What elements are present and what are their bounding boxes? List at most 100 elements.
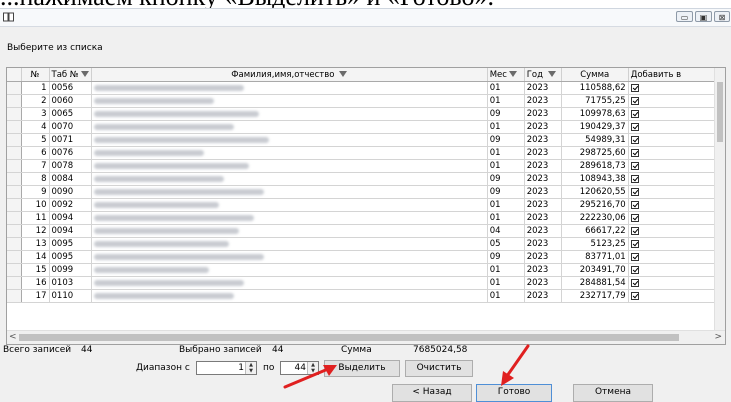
cancel-button[interactable]: Отмена	[573, 384, 653, 402]
cell-number-text: 9	[41, 187, 47, 197]
cell-tab-text: 0095	[51, 239, 74, 249]
vertical-scrollbar[interactable]	[714, 68, 725, 330]
cell-year: 2023	[524, 172, 562, 186]
row-indicator	[7, 172, 22, 186]
cell-year-text: 2023	[526, 252, 549, 262]
cell-year: 2023	[524, 133, 562, 147]
clear-range-button[interactable]: Очистить	[405, 360, 473, 377]
cell-number: 11	[21, 211, 50, 225]
filter-icon[interactable]	[508, 71, 517, 77]
cell-add	[628, 94, 715, 108]
records-table: № Таб № Фамилия,имя,отчество Мес Год Сум…	[7, 68, 715, 303]
table-row[interactable]: 4 0070 01 2023 190429,37	[7, 120, 715, 134]
col-header-tab[interactable]: Таб №	[49, 68, 92, 82]
cell-number-text: 14	[35, 252, 47, 262]
col-header-month[interactable]: Мес	[487, 68, 525, 82]
cell-tab: 0095	[49, 237, 92, 251]
col-header-add[interactable]: Добавить в	[628, 68, 715, 82]
table-row[interactable]: 16 0103 01 2023 284881,54	[7, 276, 715, 290]
add-checkbox[interactable]	[630, 239, 639, 248]
cell-add	[628, 276, 715, 290]
table-row[interactable]: 2 0060 01 2023 71755,25	[7, 94, 715, 108]
add-checkbox[interactable]	[630, 161, 639, 170]
filter-icon[interactable]	[547, 71, 556, 77]
range-from-value: 1	[238, 363, 244, 373]
cell-month: 01	[487, 198, 525, 212]
cell-year: 2023	[524, 289, 562, 303]
filter-icon[interactable]	[80, 71, 89, 77]
row-indicator	[7, 276, 22, 290]
cell-number: 7	[21, 159, 50, 173]
cell-month: 01	[487, 211, 525, 225]
cell-year-text: 2023	[526, 278, 549, 288]
table-row[interactable]: 15 0099 01 2023 203491,70	[7, 263, 715, 277]
table-row[interactable]: 3 0065 09 2023 109978,63	[7, 107, 715, 121]
table-row[interactable]: 13 0095 05 2023 5123,25	[7, 237, 715, 251]
vertical-scroll-thumb[interactable]	[717, 82, 723, 142]
add-checkbox[interactable]	[630, 83, 639, 92]
add-checkbox[interactable]	[630, 148, 639, 157]
horizontal-scrollbar[interactable]: < >	[7, 330, 725, 344]
table-row[interactable]: 6 0076 01 2023 298725,60	[7, 146, 715, 160]
col-header-number[interactable]: №	[21, 68, 50, 82]
add-checkbox[interactable]	[630, 122, 639, 131]
cell-number-text: 8	[41, 174, 47, 184]
range-from-stepper[interactable]: 1 ▲ ▼	[196, 361, 257, 375]
range-to-label: по	[263, 363, 275, 373]
records-grid[interactable]: № Таб № Фамилия,имя,отчество Мес Год Сум…	[6, 67, 726, 345]
cell-month: 01	[487, 120, 525, 134]
filter-icon[interactable]	[339, 71, 348, 77]
add-checkbox[interactable]	[630, 265, 639, 274]
scroll-right-icon[interactable]: >	[714, 332, 722, 342]
add-checkbox[interactable]	[630, 226, 639, 235]
cell-sum: 110588,62	[561, 81, 629, 95]
col-header-sum[interactable]: Сумма	[561, 68, 629, 82]
add-checkbox[interactable]	[630, 278, 639, 287]
add-checkbox[interactable]	[630, 213, 639, 222]
back-button[interactable]: < Назад	[392, 384, 472, 402]
cell-tab: 0094	[49, 224, 92, 238]
sum-value: 7685024,58	[413, 345, 468, 355]
add-checkbox[interactable]	[630, 96, 639, 105]
table-row[interactable]: 5 0071 09 2023 54989,31	[7, 133, 715, 147]
cell-number: 10	[21, 198, 50, 212]
add-checkbox[interactable]	[630, 187, 639, 196]
book-icon	[3, 12, 14, 22]
stepper-arrows-icon[interactable]: ▲ ▼	[245, 362, 256, 374]
minimize-icon[interactable]: ▭	[676, 11, 693, 22]
add-checkbox[interactable]	[630, 174, 639, 183]
add-checkbox[interactable]	[630, 252, 639, 261]
add-checkbox[interactable]	[630, 135, 639, 144]
table-row[interactable]: 9 0090 09 2023 120620,55	[7, 185, 715, 199]
redacted-name	[93, 136, 269, 143]
table-row[interactable]: 10 0092 01 2023 295216,70	[7, 198, 715, 212]
cell-sum-text: 54989,31	[585, 135, 626, 145]
cell-sum-text: 108943,38	[579, 174, 626, 184]
cell-year-text: 2023	[526, 291, 549, 301]
table-row[interactable]: 1 0056 01 2023 110588,62	[7, 81, 715, 95]
table-row[interactable]: 11 0094 01 2023 222230,06	[7, 211, 715, 225]
table-row[interactable]: 14 0095 09 2023 83771,01	[7, 250, 715, 264]
cell-tab-text: 0103	[51, 278, 74, 288]
col-header-name[interactable]: Фамилия,имя,отчество	[91, 68, 488, 82]
cell-tab-text: 0094	[51, 226, 74, 236]
maximize-icon[interactable]: ▣	[695, 11, 712, 22]
table-row[interactable]: 7 0078 01 2023 289618,73	[7, 159, 715, 173]
cell-name	[91, 250, 488, 264]
table-row[interactable]: 17 0110 01 2023 232717,79	[7, 289, 715, 303]
row-indicator	[7, 159, 22, 173]
add-checkbox[interactable]	[630, 200, 639, 209]
add-checkbox[interactable]	[630, 291, 639, 300]
cell-year-text: 2023	[526, 265, 549, 275]
row-indicator	[7, 107, 22, 121]
row-indicator	[7, 133, 22, 147]
close-icon[interactable]: ⊠	[714, 11, 730, 22]
cell-year: 2023	[524, 146, 562, 160]
cell-sum: 71755,25	[561, 94, 629, 108]
col-header-year[interactable]: Год	[524, 68, 562, 82]
table-row[interactable]: 12 0094 04 2023 66617,22	[7, 224, 715, 238]
add-checkbox[interactable]	[630, 109, 639, 118]
horizontal-scroll-thumb[interactable]	[19, 334, 679, 341]
scroll-left-icon[interactable]: <	[9, 332, 17, 342]
table-row[interactable]: 8 0084 09 2023 108943,38	[7, 172, 715, 186]
